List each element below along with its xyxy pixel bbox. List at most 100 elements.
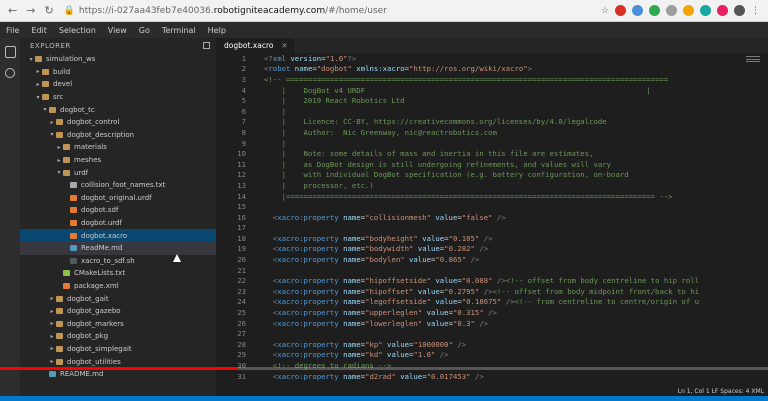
menu-item-terminal[interactable]: Terminal — [156, 26, 202, 35]
extension-blue-icon[interactable] — [632, 5, 643, 16]
browser-nav: ← → ↻ — [0, 4, 54, 17]
minimap-icon[interactable] — [746, 56, 760, 64]
menu-item-edit[interactable]: Edit — [25, 26, 53, 35]
extension-gray-icon[interactable] — [666, 5, 677, 16]
code-line: 14 |====================================… — [216, 191, 768, 202]
menu-item-help[interactable]: Help — [202, 26, 232, 35]
address-bar[interactable]: https://i-027aa43feb7e40036.robotignitea… — [79, 6, 387, 16]
folder-item[interactable]: ▸ dogbot_markers — [20, 317, 216, 330]
code-token: < — [264, 276, 278, 286]
code-token: name — [338, 371, 361, 381]
folder-icon — [56, 333, 63, 340]
file-icon — [63, 270, 70, 277]
chevron-right-icon: ▸ — [36, 68, 40, 76]
extension-pink-icon[interactable] — [717, 5, 728, 16]
folder-item[interactable]: ▸ meshes — [20, 154, 216, 167]
code-line: 22 <xacro:property name="hipoffsetside" … — [216, 275, 768, 286]
folder-item[interactable]: ▾ dogbot_description — [20, 129, 216, 142]
file-item[interactable]: dogbot.xacro — [20, 229, 216, 242]
forward-icon[interactable]: → — [26, 4, 35, 17]
profile-avatar[interactable] — [734, 5, 745, 16]
menu-item-view[interactable]: View — [102, 26, 133, 35]
extension-green-icon[interactable] — [649, 5, 660, 16]
folder-item[interactable]: ▸ devel — [20, 78, 216, 91]
extension-orange-icon[interactable] — [683, 5, 694, 16]
code-line: 13 | processor, etc.) — [216, 180, 768, 191]
code-text: <xacro:property name="legoffsetside" val… — [252, 297, 699, 306]
bookmark-star-icon[interactable]: ☆ — [601, 6, 609, 16]
folder-item[interactable]: ▾ dogbot_tc — [20, 103, 216, 116]
activity-bar — [0, 38, 20, 396]
code-token: "1.0" — [413, 350, 436, 360]
code-line: 2 <robot name="dogbot" xmlns:xacro="http:… — [216, 64, 768, 75]
file-item[interactable]: dogbot.urdf — [20, 217, 216, 230]
file-item[interactable]: xacro_to_sdf.sh — [20, 255, 216, 268]
folder-item[interactable]: ▾ src — [20, 91, 216, 104]
reload-icon[interactable]: ↻ — [44, 4, 53, 17]
menu-dots-icon[interactable]: ⋮ — [751, 6, 760, 16]
folder-item[interactable]: ▸ dogbot_gazebo — [20, 305, 216, 318]
code-token: xacro:property — [277, 339, 339, 349]
folder-item[interactable]: ▸ materials — [20, 141, 216, 154]
tree-item-label: build — [53, 67, 71, 76]
folder-item[interactable]: ▸ dogbot_simplegait — [20, 343, 216, 356]
code-line: 29 <xacro:property name="kd" value="1.0"… — [216, 350, 768, 361]
code-token: "0.088" — [461, 276, 493, 286]
folder-item[interactable]: ▾ urdf — [20, 166, 216, 179]
code-token: <!-- offset from body centreline to hip … — [505, 276, 699, 286]
search-icon[interactable] — [5, 68, 15, 78]
code-token: value — [430, 276, 458, 286]
code-token: /> — [435, 350, 449, 360]
code-line: 26 <xacro:property name="lowerleglen" va… — [216, 318, 768, 329]
code-text: <xacro:property name="upperleglen" value… — [252, 308, 497, 317]
tree-item-label: dogbot_gait — [67, 294, 109, 303]
menu-item-file[interactable]: File — [0, 26, 25, 35]
code-token: xmlns:xacro — [351, 64, 405, 74]
line-number: 15 — [237, 202, 246, 212]
tree-item-label: dogbot_control — [67, 118, 120, 127]
code-editor[interactable]: 1 <?xml version="1.0"?> 2 <robot name="dogb… — [216, 53, 768, 381]
folder-item[interactable]: ▸ dogbot_gait — [20, 292, 216, 305]
code-token: "0.3" — [452, 318, 475, 328]
code-token: name — [338, 276, 361, 286]
folder-item[interactable]: ▸ dogbot_control — [20, 116, 216, 129]
menu-item-go[interactable]: Go — [133, 26, 156, 35]
video-progress-bar[interactable] — [0, 367, 768, 370]
code-token: xacro:property — [277, 308, 339, 318]
close-icon[interactable]: ✕ — [281, 42, 287, 50]
file-item[interactable]: dogbot.sdf — [20, 204, 216, 217]
code-token: "dogbot" — [316, 64, 352, 74]
code-text: <xacro:property name="bodywidth" value="… — [252, 244, 488, 253]
tree-item-label: package.xml — [74, 281, 119, 290]
mouse-cursor — [173, 254, 181, 262]
line-number: 4 — [241, 85, 246, 95]
collapse-all-icon[interactable] — [203, 42, 210, 49]
tree-item-label: materials — [74, 143, 107, 152]
file-item[interactable]: collision_foot_names.txt — [20, 179, 216, 192]
file-item[interactable]: CMakeLists.txt — [20, 267, 216, 280]
code-line: 5 | 2019 React Robotics Ltd — [216, 95, 768, 106]
chevron-down-icon: ▾ — [50, 131, 54, 139]
file-item[interactable]: dogbot_original.urdf — [20, 192, 216, 205]
folder-item[interactable]: ▸ dogbot_pkg — [20, 330, 216, 343]
file-item[interactable]: ReadMe.md — [20, 241, 216, 255]
tab-dogbot-xacro[interactable]: dogbot.xacro ✕ — [216, 38, 297, 53]
code-text: <?xml version="1.0"?> — [252, 54, 356, 63]
explorer-icon[interactable] — [4, 46, 16, 58]
code-token: | — [264, 138, 286, 148]
folder-item[interactable]: ▸ dogbot_utilities — [20, 355, 216, 368]
code-text: | Author: Nic Greenway, nic@reactrobotic… — [252, 128, 497, 137]
folder-item[interactable]: ▾ simulation_ws — [20, 53, 216, 66]
back-icon[interactable]: ← — [8, 4, 17, 17]
extension-red-icon[interactable] — [615, 5, 626, 16]
folder-item[interactable]: ▸ build — [20, 66, 216, 79]
file-item[interactable]: package.xml — [20, 280, 216, 293]
code-token: "kd" — [365, 350, 383, 360]
menu-item-selection[interactable]: Selection — [53, 26, 102, 35]
code-token: < — [264, 350, 278, 360]
code-token: < — [264, 318, 278, 328]
extension-teal-icon[interactable] — [700, 5, 711, 16]
code-token: | with individual DogBot specification (… — [264, 170, 629, 180]
code-text: | as DogBot design is still undergoing r… — [252, 160, 612, 169]
code-token: < — [264, 308, 278, 318]
